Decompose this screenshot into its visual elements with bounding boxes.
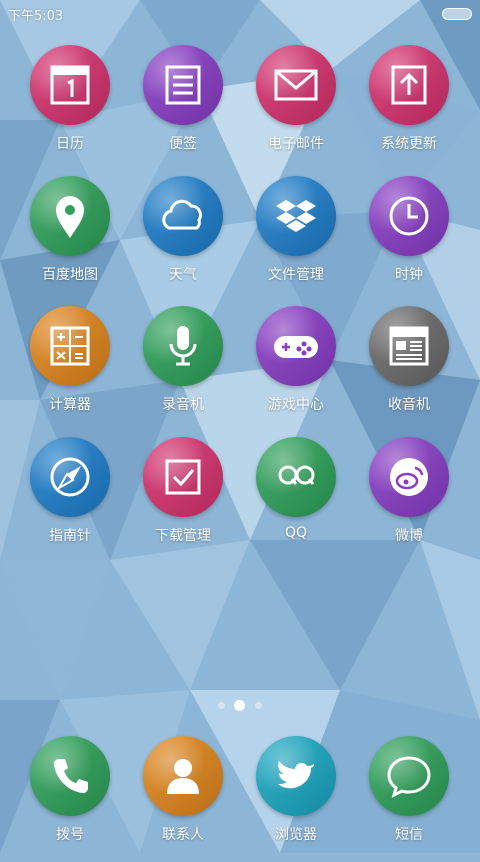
app-email[interactable]: 电子邮件	[240, 45, 352, 171]
twitter-bird-icon	[256, 736, 336, 816]
app-notes[interactable]: 便签	[127, 45, 239, 171]
app-system-update[interactable]: 系统更新	[353, 45, 465, 171]
app-label: 天气	[169, 267, 197, 283]
app-weather[interactable]: 天气	[127, 176, 239, 302]
app-label: 百度地图	[42, 267, 98, 283]
checkbox-icon	[143, 437, 223, 517]
calculator-icon	[30, 306, 110, 386]
page-dot[interactable]	[218, 702, 225, 709]
app-label: QQ	[284, 525, 308, 541]
map-pin-icon	[30, 176, 110, 256]
contact-icon	[143, 736, 223, 816]
phone-icon	[30, 736, 110, 816]
app-compass[interactable]: 指南针	[14, 437, 126, 563]
status-time: 下午5:03	[8, 9, 64, 24]
app-label: 计算器	[49, 397, 91, 413]
dock-dialer[interactable]: 拨号	[14, 736, 126, 862]
app-label: 系统更新	[381, 136, 437, 152]
weibo-icon	[369, 437, 449, 517]
app-label: 录音机	[162, 397, 204, 413]
qq-icon	[256, 437, 336, 517]
app-label: 日历	[56, 136, 84, 152]
page-dot[interactable]	[255, 702, 262, 709]
app-label: 浏览器	[275, 827, 317, 843]
app-label: 联系人	[162, 827, 204, 843]
app-label: 收音机	[388, 397, 430, 413]
app-recorder[interactable]: 录音机	[127, 306, 239, 432]
app-label: 微博	[395, 528, 423, 544]
update-icon	[369, 45, 449, 125]
status-bar: 下午5:03	[0, 0, 480, 28]
app-label: 电子邮件	[268, 136, 324, 152]
dropbox-icon	[256, 176, 336, 256]
gamepad-icon	[256, 306, 336, 386]
app-label: 短信	[395, 827, 423, 843]
app-label: 时钟	[395, 267, 423, 283]
microphone-icon	[143, 306, 223, 386]
dock-contacts[interactable]: 联系人	[127, 736, 239, 862]
app-baidu-map[interactable]: 百度地图	[14, 176, 126, 302]
battery-icon	[442, 8, 472, 20]
notes-icon	[143, 45, 223, 125]
app-label: 下载管理	[155, 528, 211, 544]
mail-icon	[256, 45, 336, 125]
app-weibo[interactable]: 微博	[353, 437, 465, 563]
app-calendar[interactable]: 日历	[14, 45, 126, 171]
app-download-manager[interactable]: 下载管理	[127, 437, 239, 563]
calendar-icon	[30, 45, 110, 125]
app-qq[interactable]: QQ	[240, 437, 352, 563]
compass-icon	[30, 437, 110, 517]
dock-browser[interactable]: 浏览器	[240, 736, 352, 862]
cloud-icon	[143, 176, 223, 256]
clock-icon	[369, 176, 449, 256]
dock-messages[interactable]: 短信	[353, 736, 465, 862]
message-bubble-icon	[369, 736, 449, 816]
app-label: 游戏中心	[268, 397, 324, 413]
app-radio[interactable]: 收音机	[353, 306, 465, 432]
app-label: 文件管理	[268, 267, 324, 283]
app-label: 拨号	[56, 827, 84, 843]
app-label: 便签	[169, 136, 197, 152]
app-file-manager[interactable]: 文件管理	[240, 176, 352, 302]
page-dot-active[interactable]	[234, 700, 245, 711]
app-game-center[interactable]: 游戏中心	[240, 306, 352, 432]
app-clock[interactable]: 时钟	[353, 176, 465, 302]
page-indicator	[0, 700, 480, 712]
app-calculator[interactable]: 计算器	[14, 306, 126, 432]
app-label: 指南针	[49, 528, 91, 544]
news-icon	[369, 306, 449, 386]
